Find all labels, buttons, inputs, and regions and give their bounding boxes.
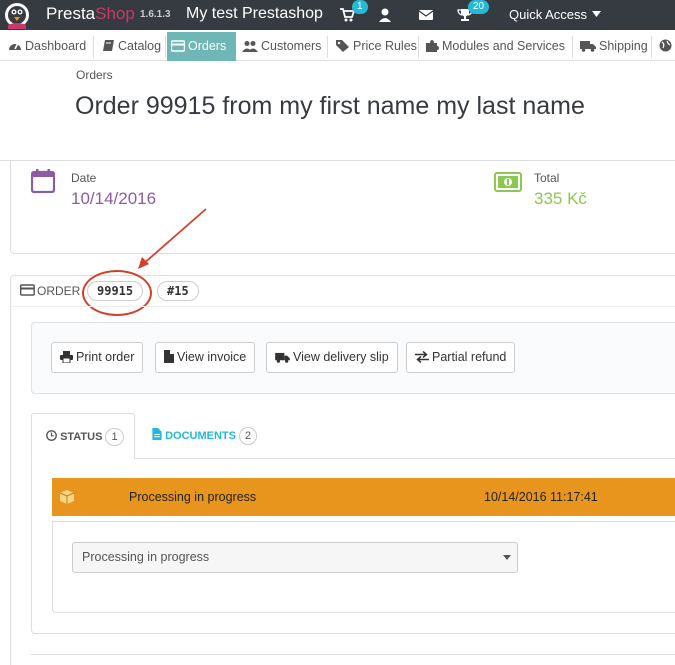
date-label: Date — [71, 171, 97, 185]
truck-icon — [275, 352, 290, 363]
status-count-badge: 1 — [105, 428, 124, 446]
menu-item-modules[interactable]: Modules and Services — [421, 32, 565, 61]
shop-name-link[interactable]: My test Prestashop — [186, 5, 323, 23]
print-order-button[interactable]: Print order — [51, 342, 144, 373]
menu-divider — [165, 36, 166, 58]
quick-access-dropdown[interactable]: Quick Access — [509, 7, 601, 22]
menu-item-shipping[interactable]: Shipping — [576, 32, 648, 61]
user-icon[interactable] — [377, 7, 393, 23]
annotation-circle — [82, 270, 152, 316]
main-menu: Dashboard Catalog Orders Customers Price… — [0, 32, 675, 61]
menu-divider — [327, 36, 328, 58]
status-history-date: 10/14/2016 11:17:41 — [484, 490, 598, 504]
status-history-state: Processing in progress — [129, 490, 257, 504]
brand-name[interactable]: PrestaShop — [46, 4, 135, 24]
menu-divider — [651, 36, 652, 58]
truck-icon — [580, 41, 596, 52]
tags-icon — [336, 40, 349, 52]
credit-card-icon — [170, 40, 186, 52]
menu-divider — [572, 36, 573, 58]
trophy-badge: 20 — [468, 0, 490, 14]
menu-item-customers[interactable]: Customers — [238, 32, 321, 61]
tachometer-icon — [9, 42, 21, 50]
clock-icon — [46, 430, 57, 441]
order-status-select[interactable]: Processing in progress — [72, 542, 518, 573]
credit-card-icon — [19, 284, 35, 296]
puzzle-icon — [426, 40, 439, 52]
menu-item-dashboard[interactable]: Dashboard — [4, 32, 86, 61]
file-text-icon — [152, 428, 162, 440]
menu-item-orders[interactable]: Orders — [167, 32, 236, 61]
view-invoice-button[interactable]: View invoice — [155, 342, 256, 373]
page-title: Order 99915 from my first name my last n… — [75, 92, 585, 120]
menu-item-price-rules[interactable]: Price Rules — [331, 32, 417, 61]
cart-badge: 1 — [352, 0, 368, 14]
menu-divider — [418, 36, 419, 58]
exchange-icon — [415, 350, 429, 364]
calendar-icon — [31, 169, 55, 193]
select-caret-icon — [503, 555, 511, 560]
annotation-arrow — [138, 208, 207, 269]
breadcrumb[interactable]: Orders — [76, 68, 113, 82]
tab-status[interactable]: STATUS 1 — [31, 413, 135, 459]
book-icon — [103, 40, 114, 51]
caret-down-icon — [591, 11, 601, 17]
menu-item-localization[interactable] — [655, 32, 675, 61]
order-panel-heading: ORDER — [19, 284, 80, 298]
prestashop-logo-icon[interactable] — [4, 1, 30, 29]
print-icon — [60, 351, 73, 364]
total-label: Total — [534, 171, 560, 185]
globe-icon — [659, 39, 672, 52]
file-icon — [164, 350, 174, 363]
panel-bottom-divider — [31, 654, 675, 655]
users-icon — [242, 41, 258, 52]
total-value: 335 Kč — [534, 189, 587, 208]
package-icon — [59, 490, 75, 504]
version-label: 1.6.1.3 — [140, 9, 171, 20]
money-icon — [494, 172, 522, 192]
envelope-icon[interactable] — [418, 7, 434, 23]
view-delivery-slip-button[interactable]: View delivery slip — [266, 342, 398, 373]
documents-count-badge: 2 — [238, 427, 258, 445]
top-bar: PrestaShop 1.6.1.3 My test Prestashop 1 … — [0, 0, 675, 30]
order-id-badge: #15 — [157, 281, 199, 301]
tab-documents[interactable]: DOCUMENTS 2 — [138, 413, 258, 459]
status-history-row: Processing in progress 10/14/2016 11:17:… — [52, 478, 675, 516]
menu-divider — [93, 36, 94, 58]
panel-divider — [10, 306, 675, 307]
menu-item-catalog[interactable]: Catalog — [98, 32, 161, 61]
partial-refund-button[interactable]: Partial refund — [406, 342, 516, 373]
